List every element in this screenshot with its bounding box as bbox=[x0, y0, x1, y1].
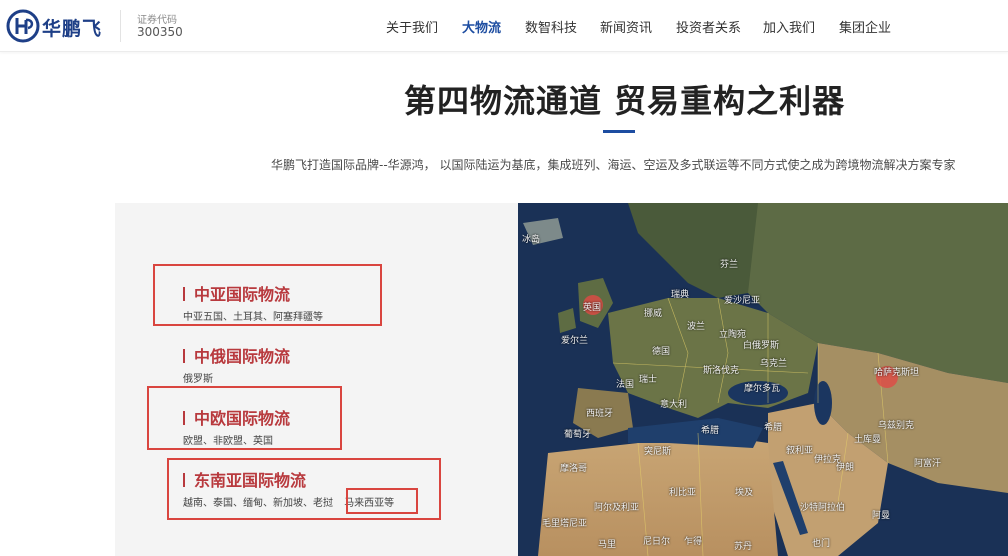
header-divider bbox=[120, 10, 121, 42]
map-label: 波兰 bbox=[687, 322, 706, 332]
map-label: 阿尔及利亚 bbox=[594, 503, 640, 513]
map-label: 立陶宛 bbox=[719, 330, 747, 340]
stock-code-label: 证券代码 bbox=[137, 15, 177, 26]
map-label: 西班牙 bbox=[586, 409, 614, 419]
site-header: 华鹏飞 证券代码 300350 关于我们 大物流 数智科技 新闻资讯 投资者关系… bbox=[0, 0, 1008, 52]
map-label: 沙特阿拉伯 bbox=[800, 503, 846, 513]
map-label: 英国 bbox=[583, 303, 602, 313]
map-label: 瑞士 bbox=[639, 375, 658, 385]
map-label: 爱沙尼亚 bbox=[724, 296, 761, 306]
map-panel: 冰岛 英国 挪威 瑞典 芬兰 爱沙尼亚 立陶宛 白俄罗斯 爱尔兰 德国 波兰 法… bbox=[518, 203, 1008, 556]
map-label: 乌兹别克 bbox=[878, 421, 915, 431]
map-label: 希腊 bbox=[701, 426, 720, 436]
map-label: 希腊 bbox=[764, 423, 783, 433]
title-underline bbox=[603, 130, 635, 133]
nav-group-companies[interactable]: 集团企业 bbox=[839, 17, 891, 36]
routes-panel: 中亚国际物流 中亚五国、土耳其、阿塞拜疆等 中俄国际物流 俄罗斯 中欧国际物流 … bbox=[115, 203, 518, 556]
map-label: 葡萄牙 bbox=[564, 430, 592, 440]
map-label: 瑞典 bbox=[671, 290, 690, 300]
map-label: 德国 bbox=[652, 347, 671, 357]
page-subtitle: 华鹏飞打造国际品牌--华源鸿， 以国际陆运为基底，集成班列、海运、空运及多式联运… bbox=[271, 158, 956, 172]
map-label: 也门 bbox=[812, 539, 831, 549]
highlight-box-europe bbox=[147, 386, 342, 450]
nav-news[interactable]: 新闻资讯 bbox=[600, 17, 652, 36]
page-title: 第四物流通道 贸易重构之利器 bbox=[404, 82, 846, 120]
highlight-box-malaysia bbox=[346, 488, 418, 514]
map-label: 叙利亚 bbox=[786, 446, 814, 456]
nav-about[interactable]: 关于我们 bbox=[386, 17, 438, 36]
map-label: 白俄罗斯 bbox=[743, 341, 780, 351]
map-label: 马里 bbox=[598, 540, 617, 550]
map-label: 乍得 bbox=[684, 537, 703, 547]
map-label: 苏丹 bbox=[734, 542, 753, 552]
map-label: 阿曼 bbox=[872, 511, 891, 521]
map-label: 埃及 bbox=[735, 488, 754, 498]
map-label: 乌克兰 bbox=[760, 359, 788, 369]
nav-logistics[interactable]: 大物流 bbox=[462, 17, 501, 36]
logo-mark-icon bbox=[6, 9, 40, 43]
nav-digital-tech[interactable]: 数智科技 bbox=[525, 17, 577, 36]
world-map bbox=[518, 203, 1008, 556]
map-label: 土库曼 bbox=[854, 435, 882, 445]
map-label: 意大利 bbox=[660, 400, 688, 410]
company-logo[interactable]: 华鹏飞 bbox=[6, 9, 104, 43]
map-label: 爱尔兰 bbox=[561, 336, 589, 346]
nav-join-us[interactable]: 加入我们 bbox=[763, 17, 815, 36]
map-label: 斯洛伐克 bbox=[703, 366, 740, 376]
map-label: 摩尔多瓦 bbox=[744, 384, 781, 394]
map-label: 摩洛哥 bbox=[560, 464, 588, 474]
route-desc: 俄罗斯 bbox=[183, 374, 213, 385]
map-label: 法国 bbox=[616, 380, 635, 390]
map-label: 哈萨克斯坦 bbox=[874, 368, 920, 378]
map-label: 突尼斯 bbox=[644, 447, 672, 457]
map-label: 利比亚 bbox=[669, 488, 697, 498]
map-label: 阿富汗 bbox=[914, 459, 942, 469]
highlight-box-central-asia bbox=[153, 264, 382, 326]
map-label: 挪威 bbox=[644, 309, 663, 319]
map-label: 尼日尔 bbox=[643, 537, 671, 547]
route-title: 中俄国际物流 bbox=[183, 343, 290, 367]
logo-text: 华鹏飞 bbox=[42, 18, 103, 40]
map-label: 毛里塔尼亚 bbox=[542, 519, 588, 529]
map-label: 芬兰 bbox=[720, 260, 739, 270]
stock-code-value: 300350 bbox=[137, 25, 183, 39]
map-label: 冰岛 bbox=[522, 235, 541, 245]
nav-investor-relations[interactable]: 投资者关系 bbox=[676, 17, 741, 36]
map-label: 伊朗 bbox=[836, 463, 855, 473]
